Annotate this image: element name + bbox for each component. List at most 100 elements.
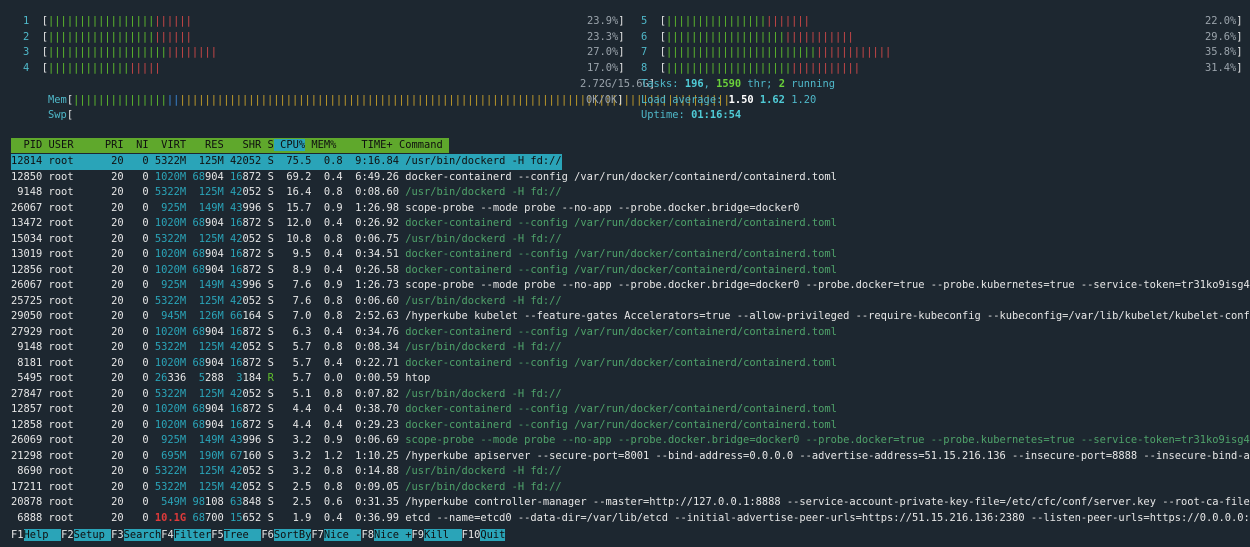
virt: 1020M xyxy=(148,217,187,229)
column-header-s[interactable]: S xyxy=(261,139,274,151)
nice: 0 xyxy=(123,325,149,338)
process-row[interactable]: 27847 root 20 0 5322M 125M 42052 S 5.1 0… xyxy=(11,387,562,403)
time: 0:00.59 xyxy=(342,372,400,384)
command: /hyperkube kubelet --feature-gates Accel… xyxy=(405,310,1250,322)
fkey-f8[interactable]: F8Nice + xyxy=(361,529,412,541)
shr: 16872 xyxy=(223,418,262,431)
fkey-f4[interactable]: F4Filter xyxy=(161,529,212,541)
time: 0:34.76 xyxy=(342,325,399,338)
column-header-virt[interactable]: VIRT xyxy=(149,139,186,151)
process-row[interactable]: 26069 root 20 0 925M 149M 43996 S 3.2 0.… xyxy=(11,433,1250,449)
time: 0:36.99 xyxy=(342,511,399,524)
virt: 549M xyxy=(148,496,187,508)
column-header-command[interactable]: Command xyxy=(393,139,449,151)
virt: 925M xyxy=(148,434,187,446)
cpu-meter-4: 4 [|||||||||||||||||| xyxy=(23,61,161,74)
fkey-f3[interactable]: F3Search xyxy=(111,529,162,541)
shr: 42052 xyxy=(223,480,262,493)
fkey-f2[interactable]: F2Setup xyxy=(61,529,112,541)
column-header-mem[interactable]: MEM% xyxy=(305,139,336,151)
virt: 945M xyxy=(148,310,187,322)
column-header-pri[interactable]: PRI xyxy=(99,139,124,151)
process-row[interactable]: 12850 root 20 0 1020M 68904 16872 S 69.2… xyxy=(11,170,837,186)
command: /usr/bin/dockerd -H fd:// xyxy=(405,465,562,477)
process-row[interactable]: 5495 root 20 0 26336 5288 3184 R 5.7 0.0… xyxy=(11,371,430,387)
process-row[interactable]: 13019 root 20 0 1020M 68904 16872 S 9.5 … xyxy=(11,247,837,263)
fkey-f5[interactable]: F5Tree xyxy=(211,529,262,541)
command: /usr/bin/dockerd -H fd:// xyxy=(405,294,562,307)
process-table-header[interactable]: PID USER PRI NI VIRT RES SHR S CPU% MEM%… xyxy=(11,138,449,153)
user: root xyxy=(48,201,99,214)
process-row[interactable]: 21298 root 20 0 695M 190M 67160 S 3.2 1.… xyxy=(11,449,1250,465)
cpu-bar-user: |||||||||||||||| xyxy=(666,15,767,27)
fkey-f9[interactable]: F9Kill xyxy=(412,529,462,541)
cpu-percent-5: 22.0%] xyxy=(1205,15,1243,27)
process-row[interactable]: 26067 root 20 0 925M 149M 43996 S 7.6 0.… xyxy=(11,278,1250,294)
time: 1:26.98 xyxy=(342,201,399,214)
column-header-ni[interactable]: NI xyxy=(124,139,149,151)
cpu-bar-system: |||||||| xyxy=(166,46,217,58)
command: /hyperkube apiserver --secure-port=8001 … xyxy=(405,449,1250,462)
process-row[interactable]: 12856 root 20 0 1020M 68904 16872 S 8.9 … xyxy=(11,263,837,279)
pid: 12857 xyxy=(11,403,43,415)
cpu-percent-1: 23.9%] xyxy=(587,15,625,27)
mem-percent: 0.4 xyxy=(311,170,343,183)
user: root xyxy=(48,356,99,369)
cpu-bar-user: ||||||||||||||||| xyxy=(48,15,155,27)
process-row[interactable]: 25725 root 20 0 5322M 125M 42052 S 7.6 0… xyxy=(11,294,562,310)
column-header-shr[interactable]: SHR xyxy=(224,139,262,151)
process-row[interactable]: 29050 root 20 0 945M 126M 66164 S 7.0 0.… xyxy=(11,309,1250,325)
process-row[interactable]: 13472 root 20 0 1020M 68904 16872 S 12.0… xyxy=(11,216,837,232)
mem-percent: 1.2 xyxy=(311,449,343,462)
fkey-f7[interactable]: F7Nice - xyxy=(311,529,362,541)
process-row[interactable]: 9148 root 20 0 5322M 125M 42052 S 16.4 0… xyxy=(11,185,561,201)
res: 68904 xyxy=(186,248,224,260)
column-header-res[interactable]: RES xyxy=(186,139,224,151)
process-row[interactable]: 20878 root 20 0 549M 98108 63848 S 2.5 0… xyxy=(11,495,1250,511)
priority: 20 xyxy=(98,403,124,415)
shr: 42052 xyxy=(223,186,262,198)
column-header-user[interactable]: USER xyxy=(49,139,99,151)
user: root xyxy=(48,480,99,493)
process-row[interactable]: 26067 root 20 0 925M 149M 43996 S 15.7 0… xyxy=(11,201,799,217)
shr: 63848 xyxy=(223,496,262,508)
nice: 0 xyxy=(123,170,149,183)
process-row[interactable]: 12858 root 20 0 1020M 68904 16872 S 4.4 … xyxy=(11,418,837,434)
fkey-f1[interactable]: F1Help xyxy=(11,529,62,541)
time: 0:06.75 xyxy=(342,232,399,245)
cpu-bar-system: ||||||||||| xyxy=(784,30,854,43)
res: 68700 xyxy=(186,511,224,524)
pid: 25725 xyxy=(11,294,43,307)
mem-percent: 0.8 xyxy=(311,480,343,493)
process-row[interactable]: 17211 root 20 0 5322M 125M 42052 S 2.5 0… xyxy=(11,480,562,496)
priority: 20 xyxy=(98,310,124,322)
cpu-percent: 15.7 xyxy=(273,201,312,214)
res: 68904 xyxy=(186,217,224,229)
pid: 9148 xyxy=(11,186,43,198)
time: 0:06.69 xyxy=(342,434,399,446)
process-row[interactable]: 12814 root 20 0 5322M 125M 42052 S 75.5 … xyxy=(11,154,562,170)
process-row[interactable]: 8181 root 20 0 1020M 68904 16872 S 5.7 0… xyxy=(11,356,837,372)
process-row[interactable]: 15034 root 20 0 5322M 125M 42052 S 10.8 … xyxy=(11,232,562,248)
column-header-cpu[interactable]: CPU% xyxy=(273,139,306,151)
fkey-f6[interactable]: F6SortBy xyxy=(261,529,312,541)
process-row[interactable]: 6888 root 20 0 10.1G 68700 15652 S 1.9 0… xyxy=(11,511,1250,527)
process-row[interactable]: 27929 root 20 0 1020M 68904 16872 S 6.3 … xyxy=(11,325,837,341)
priority: 20 xyxy=(98,418,124,431)
fkey-f10[interactable]: F10Quit xyxy=(462,529,506,541)
pid: 5495 xyxy=(11,372,43,384)
column-header-time[interactable]: TIME+ xyxy=(336,139,392,151)
priority: 20 xyxy=(98,511,124,524)
res: 125M xyxy=(186,155,224,167)
mem-percent: 0.6 xyxy=(311,496,343,508)
user: root xyxy=(48,341,99,353)
column-header-pid[interactable]: PID xyxy=(11,139,49,151)
process-row[interactable]: 12857 root 20 0 1020M 68904 16872 S 4.4 … xyxy=(11,402,837,418)
process-row[interactable]: 9148 root 20 0 5322M 125M 42052 S 5.7 0.… xyxy=(11,340,561,356)
res: 68904 xyxy=(186,325,224,338)
mem-percent: 0.8 xyxy=(311,465,343,477)
process-row[interactable]: 8690 root 20 0 5322M 125M 42052 S 3.2 0.… xyxy=(11,464,562,480)
cpu-percent: 2.5 xyxy=(273,480,312,493)
nice: 0 xyxy=(123,449,149,462)
mem-percent: 0.4 xyxy=(311,418,343,431)
